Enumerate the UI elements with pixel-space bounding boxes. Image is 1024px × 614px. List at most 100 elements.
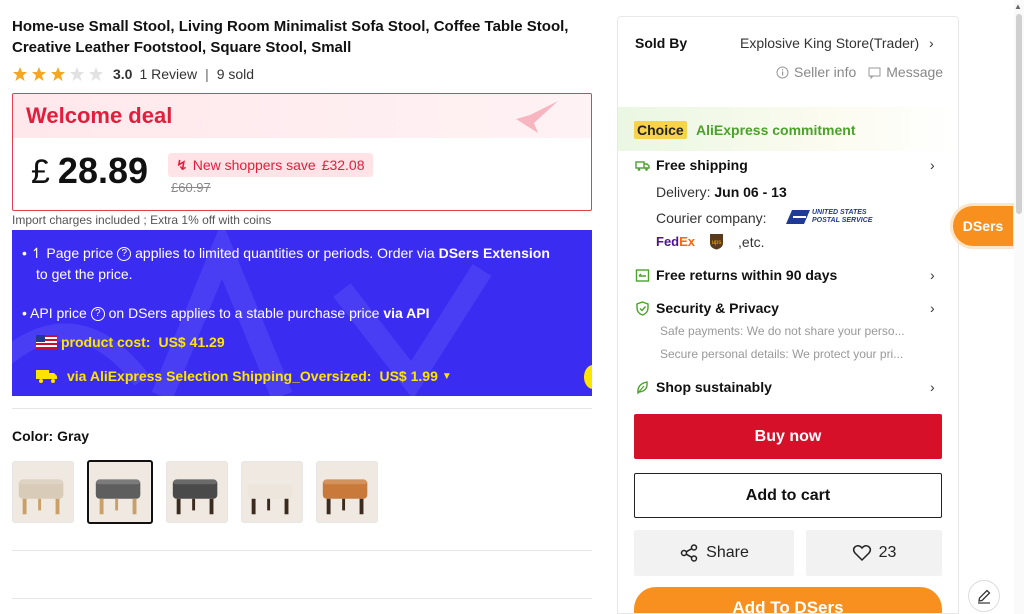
usps-text: UNITED STATES POSTAL SERVICE [812, 209, 872, 225]
free-returns-label: Free returns within 90 days [656, 267, 838, 283]
product-title: Home-use Small Stool, Living Room Minima… [12, 18, 569, 56]
page-price-label: • ↿ Page price [22, 245, 114, 261]
stool-thumbnail [242, 462, 302, 522]
stool-thumbnail [13, 462, 73, 522]
section-divider [12, 598, 592, 599]
purchase-card: Sold By Explosive King Store(Trader) › S… [617, 16, 959, 614]
stool-thumbnail [90, 462, 150, 522]
scroll-up-arrow[interactable]: ▲ [1014, 2, 1022, 11]
product-cost-label: product cost: [61, 334, 151, 350]
us-flag-icon [36, 335, 57, 349]
star-icon [13, 67, 27, 81]
scroll-thumb[interactable] [1016, 14, 1022, 214]
product-page: Home-use Small Stool, Living Room Minima… [0, 0, 1024, 614]
help-icon[interactable]: ? [117, 247, 132, 262]
help-icon[interactable]: ? [90, 307, 105, 322]
stool-thumbnail [317, 462, 377, 522]
usps-eagle-icon [786, 210, 810, 224]
wishlist-button[interactable]: 23 [806, 530, 942, 576]
color-swatch-orange[interactable] [316, 461, 378, 523]
fedex-fe: Fed [656, 234, 680, 249]
reviews-link[interactable]: 1 Review [139, 66, 197, 82]
star-rating[interactable] [12, 66, 107, 82]
rating-row: 3.0 1 Review | 9 sold [12, 64, 254, 84]
shop-sustainably-label: Shop sustainably [656, 379, 772, 395]
carrier-etc: ,etc. [738, 233, 765, 250]
share-button[interactable]: Share [634, 530, 794, 576]
fedex-ex: Ex [679, 234, 696, 249]
secure-details-text: Secure personal details: We protect your… [660, 347, 904, 361]
page-price-text: applies to limited quantities or periods… [135, 245, 435, 261]
chevron-right-icon[interactable]: › [930, 267, 935, 283]
usps-logo: UNITED STATES POSTAL SERVICE [786, 209, 872, 225]
bolt-icon: ↯ [176, 156, 188, 173]
dsers-price-panel: • ↿ Page price ? applies to limited quan… [12, 230, 592, 396]
security-label: Security & Privacy [656, 300, 779, 316]
chevron-right-icon[interactable]: › [930, 300, 935, 316]
seller-info-label: Seller info [794, 64, 857, 80]
shipping-icon [635, 160, 650, 171]
choice-badge: Choice [634, 121, 687, 139]
current-price: 28.89 [57, 150, 149, 191]
sold-by-label: Sold By [635, 35, 688, 51]
dsers-extension-link[interactable]: DSers Extension [439, 245, 550, 261]
leaf-icon [637, 380, 648, 395]
carrier-logos: FedEx ups ,etc. [656, 233, 765, 250]
deal-arrow-icon [516, 101, 558, 133]
dsers-shipping-label: via AliExpress Selection Shipping_Oversi… [67, 368, 372, 384]
message-link[interactable]: Message [868, 64, 943, 80]
delivery-dates: Jun 06 - 13 [714, 184, 787, 200]
dsers-side-tab[interactable]: DSers [953, 206, 1013, 246]
stool-thumbnail [167, 462, 227, 522]
free-shipping-label: Free shipping [656, 157, 748, 173]
caret-down-icon: ▼ [441, 370, 452, 382]
color-swatch-beige[interactable] [12, 461, 74, 523]
color-swatch-dark-gray[interactable] [166, 461, 228, 523]
truck-icon [36, 370, 57, 383]
dsers-shipping-value: US$ 1.99 [379, 368, 438, 384]
color-swatch-gray[interactable] [87, 460, 153, 524]
return-icon [635, 268, 650, 282]
chevron-right-icon[interactable]: › [930, 157, 935, 173]
via-api-text: via API [383, 305, 430, 321]
color-swatch-cream[interactable] [241, 461, 303, 523]
chevron-right-icon[interactable]: › [929, 35, 934, 51]
add-to-dsers-button[interactable]: Add To DSers [634, 587, 942, 613]
free-returns-row[interactable]: Free returns within 90 days [635, 267, 837, 283]
rating-score: 3.0 [113, 66, 133, 82]
share-label: Share [706, 544, 749, 561]
delivery-label: Delivery: [656, 184, 711, 200]
dsers-shipping-row[interactable]: via AliExpress Selection Shipping_Oversi… [36, 368, 452, 384]
rating-separator: | [205, 66, 209, 82]
api-price-label: • API price [22, 305, 87, 321]
ups-text: ups [712, 240, 722, 246]
color-swatch-list [12, 460, 391, 524]
commitment-title: AliExpress commitment [696, 122, 856, 138]
welcome-deal-box: Welcome deal £ 28.89 ↯ New shoppers save… [12, 93, 592, 211]
edit-icon [978, 589, 991, 604]
buy-now-button[interactable]: Buy now [634, 414, 942, 459]
seller-links: Seller info Message [776, 64, 943, 80]
delivery-row: Delivery: Jun 06 - 13 [656, 184, 787, 200]
section-divider [12, 408, 592, 409]
courier-label: Courier company: [656, 210, 767, 226]
edit-button[interactable] [968, 580, 1000, 612]
product-cost-value: US$ 41.29 [158, 334, 225, 350]
chevron-right-icon[interactable]: › [930, 379, 935, 395]
star-icon [32, 67, 46, 81]
security-row[interactable]: Security & Privacy [635, 300, 779, 316]
shield-icon [636, 300, 649, 316]
deal-title: Welcome deal [26, 103, 173, 128]
usps-line1: UNITED STATES [812, 209, 867, 216]
section-divider [12, 550, 592, 551]
star-icon [70, 67, 84, 81]
product-cost-row: product cost: US$ 41.29 [36, 334, 225, 350]
free-shipping-row[interactable]: Free shipping [635, 157, 748, 173]
shop-sustainably-row[interactable]: Shop sustainably [635, 379, 772, 395]
add-to-cart-button[interactable]: Add to cart [634, 473, 942, 518]
seller-info-link[interactable]: Seller info [776, 64, 856, 80]
price-currency: £ [31, 153, 50, 191]
api-price-text: on DSers applies to a stable purchase pr… [108, 305, 380, 321]
store-name-link[interactable]: Explosive King Store(Trader) [740, 35, 919, 51]
save-label: New shoppers save [192, 157, 316, 173]
